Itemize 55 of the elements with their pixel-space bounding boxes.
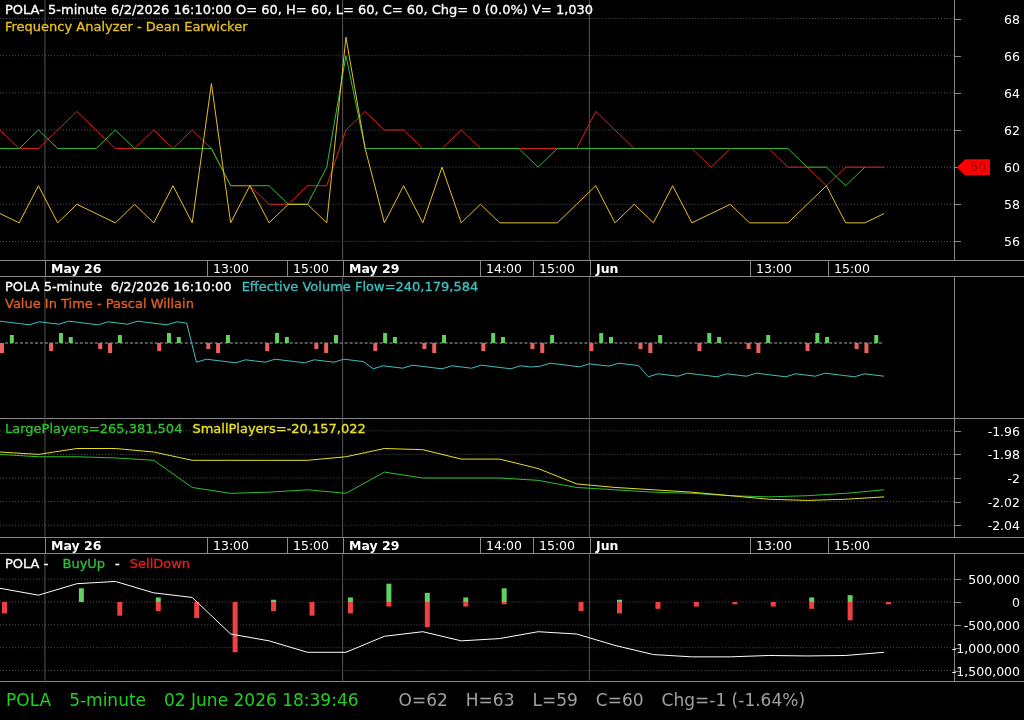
pane-title: POLA- 5-minute 6/2/2026 16:10:00 O= 60, H= 60, L= 60, C= 60, Chg= 0 (0.0%) V= 1,030 xyxy=(5,1,594,18)
time-axis-label: 13:00 xyxy=(750,538,793,554)
time-axis-label: 13:00 xyxy=(207,538,250,554)
pane-title: BuyUp xyxy=(62,555,106,572)
pane-title: Value In Time - Pascal Willain xyxy=(5,295,194,312)
axis-label: -1,000,000 xyxy=(951,640,1020,656)
axis-label: -1.98 xyxy=(987,446,1020,462)
time-axis-label: 14:00 xyxy=(480,538,523,554)
status-text: 5-minute xyxy=(69,690,147,710)
time-axis-label: May 26 xyxy=(45,261,102,277)
status-text: C=60 xyxy=(595,690,644,710)
pane-title: SellDown xyxy=(129,555,191,572)
status-text: O=62 xyxy=(398,690,448,710)
pane-title: SmallPlayers=-20,157,022 xyxy=(192,420,366,437)
time-axis-label: May 29 xyxy=(343,538,400,554)
time-axis-label: 15:00 xyxy=(533,261,576,277)
time-axis-label: 15:00 xyxy=(287,261,330,277)
status-text: Chg=-1 (-1.64%) xyxy=(661,690,805,710)
time-axis-label: Jun xyxy=(590,538,619,554)
axis-label: 62 xyxy=(1004,122,1020,138)
axis-label: 60 xyxy=(1004,159,1020,175)
price-tag: 60 xyxy=(957,159,990,176)
status-text: H=63 xyxy=(465,690,515,710)
time-axis-label: 15:00 xyxy=(828,538,871,554)
time-axis-label: 14:00 xyxy=(480,261,523,277)
axis-label: 0 xyxy=(1012,594,1020,610)
status-text: 02 June 2026 18:39:46 xyxy=(164,690,359,710)
time-axis-label: 13:00 xyxy=(750,261,793,277)
axis-label: -1.96 xyxy=(987,423,1020,439)
axis-label: -500,000 xyxy=(963,617,1020,633)
axis-label: 500,000 xyxy=(968,571,1020,587)
status-text: L=59 xyxy=(532,690,578,710)
time-axis-label: Jun xyxy=(590,261,619,277)
pane-title: - xyxy=(115,555,120,572)
time-axis-label: 13:00 xyxy=(207,261,250,277)
axis-label: -2.02 xyxy=(987,494,1020,510)
time-axis-label: May 29 xyxy=(343,261,400,277)
pane-title: POLA 5-minute 6/2/2026 16:10:00 xyxy=(5,278,232,295)
axis-label: -2 xyxy=(1007,470,1020,486)
axis-label: 58 xyxy=(1004,196,1020,212)
pane-title: Frequency Analyzer - Dean Earwicker xyxy=(5,18,248,35)
time-axis-label: 15:00 xyxy=(533,538,576,554)
pane-title: Effective Volume Flow=240,179,584 xyxy=(241,278,479,295)
axis-label: -1,500,000 xyxy=(951,663,1020,679)
axis-label: -2.04 xyxy=(987,517,1020,533)
axis-label: 66 xyxy=(1004,48,1020,64)
axis-label: 64 xyxy=(1004,85,1020,101)
time-axis-label: 15:00 xyxy=(828,261,871,277)
time-axis-label: May 26 xyxy=(45,538,102,554)
pane-title: LargePlayers=265,381,504 xyxy=(5,420,183,437)
axis-label: 68 xyxy=(1004,11,1020,27)
status-text: POLA xyxy=(6,690,52,710)
pane-title: POLA - xyxy=(5,555,50,572)
axis-label: 56 xyxy=(1004,233,1020,249)
time-axis-label: 15:00 xyxy=(287,538,330,554)
